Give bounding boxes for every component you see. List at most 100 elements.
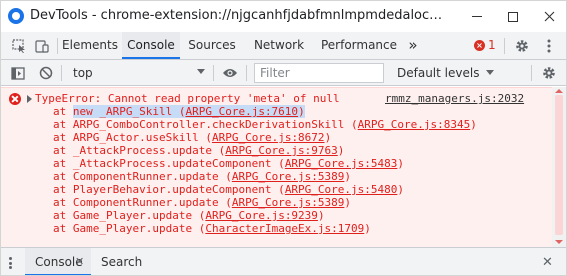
- scroll-down-icon[interactable]: [555, 240, 563, 244]
- stack-frame-paren-open: (: [344, 118, 358, 131]
- close-drawer-button[interactable]: ✕: [542, 255, 553, 270]
- stack-frame-paren-open: (: [218, 170, 232, 183]
- stack-frame-at: at: [53, 170, 73, 183]
- live-expression-button[interactable]: [219, 60, 241, 86]
- stack-frame-function: ARPG_Actor.useSkill: [72, 131, 199, 144]
- inspect-icon: [12, 38, 25, 53]
- stack-frame-at: at: [53, 105, 73, 118]
- stack-frame-at: at: [53, 118, 73, 131]
- stack-frame-paren-close: ): [324, 131, 332, 144]
- stack-frame-paren-open: (: [172, 105, 186, 118]
- tab-performance[interactable]: Performance: [319, 32, 399, 59]
- stack-frame-paren-open: (: [198, 131, 212, 144]
- tab-separator: [504, 38, 505, 54]
- close-window-button[interactable]: [531, 1, 566, 32]
- stack-frame: at ComponentRunner.update (ARPG_Core.js:…: [53, 196, 351, 209]
- stack-frame-paren-close: ): [364, 222, 371, 235]
- stack-frame: at ComponentRunner.update (ARPG_Core.js:…: [53, 170, 351, 183]
- stack-frame-function: new _ARPG_Skill: [72, 105, 173, 118]
- error-text[interactable]: TypeError: Cannot read property 'meta' o…: [35, 92, 340, 105]
- stack-frame: at ARPG_Actor.useSkill (ARPG_Core.js:867…: [53, 131, 331, 144]
- stack-frame-paren-close: ): [317, 209, 325, 222]
- minimize-button[interactable]: [459, 1, 495, 32]
- maximize-button[interactable]: [495, 1, 531, 32]
- tab-network[interactable]: Network: [251, 32, 307, 59]
- stack-frame-paren-close: ): [337, 144, 345, 157]
- stack-frame-source-link[interactable]: ARPG_Core.js:5483: [285, 157, 398, 170]
- chrome-devtools-icon: [8, 8, 24, 24]
- devtools-window: DevTools - chrome-extension://njgcanhfjd…: [0, 0, 567, 276]
- stack-frame-at: at: [53, 144, 73, 157]
- console-settings-button[interactable]: [538, 60, 560, 86]
- stack-frame-paren-close: ): [397, 183, 405, 196]
- customize-menu-button[interactable]: [538, 32, 560, 59]
- stack-frame-paren-close: ): [397, 157, 405, 170]
- stack-frame-function: PlayerBehavior.updateComponent: [72, 183, 272, 196]
- tab-elements[interactable]: Elements: [58, 32, 122, 59]
- stack-frame-source-link[interactable]: ARPG_Core.js:8672: [212, 131, 325, 144]
- more-tabs-button[interactable]: »: [403, 32, 423, 59]
- stack-frame-function: ARPG_ComboController.checkDerivationSkil…: [72, 118, 345, 131]
- drawer-menu-icon[interactable]: [9, 257, 13, 269]
- context-selector[interactable]: top: [67, 63, 207, 83]
- stack-frame-at: at: [53, 222, 73, 235]
- console-toolbar: top Default levels: [1, 60, 566, 86]
- scroll-up-icon[interactable]: [555, 89, 563, 93]
- stack-frame-source-link[interactable]: ARPG_Core.js:5480: [285, 183, 398, 196]
- device-toolbar-button[interactable]: [31, 32, 53, 59]
- clear-icon: [39, 66, 53, 80]
- stack-frame-at: at: [53, 157, 73, 170]
- tab-console[interactable]: Console: [122, 32, 180, 59]
- error-message: TypeError: Cannot read property 'meta' o…: [1, 87, 552, 247]
- error-count[interactable]: 1: [488, 32, 496, 59]
- stack-frame-paren-open: (: [211, 144, 226, 157]
- title-bar: DevTools - chrome-extension://njgcanhfjd…: [1, 1, 566, 32]
- stack-frame-paren-open: (: [192, 209, 206, 222]
- stack-frame: at ARPG_ComboController.checkDerivationS…: [53, 118, 477, 131]
- stack-frame: at _AttackProcess.update (ARPG_Core.js:9…: [53, 144, 344, 157]
- scrollbar-thumb[interactable]: [555, 95, 563, 235]
- stack-frame-function: Game_Player.update: [72, 209, 193, 222]
- toolbar-separator: [531, 65, 532, 81]
- stack-frame-source-link[interactable]: ARPG_Core.js:9239: [205, 209, 318, 222]
- stack-frame-source-link[interactable]: ARPG_Core.js:9763: [225, 144, 338, 157]
- error-source-link[interactable]: rmmz_managers.js:2032: [385, 92, 524, 105]
- close-icon[interactable]: ✕: [75, 256, 84, 267]
- stack-frame-source-link[interactable]: ARPG_Core.js:7610: [185, 105, 298, 118]
- stack-frame-at: at: [53, 131, 73, 144]
- kebab-menu-icon: [547, 39, 551, 52]
- minimize-icon: [472, 16, 482, 17]
- stack-frame-source-link[interactable]: CharacterImageEx.js:1709: [205, 222, 364, 235]
- stack-frame-function: ComponentRunner.update: [72, 170, 219, 183]
- stack-frame-source-link[interactable]: ARPG_Core.js:5389: [232, 196, 345, 209]
- stack-frame-paren-close: ): [298, 105, 305, 118]
- error-icon: [9, 93, 21, 105]
- device-icon: [35, 39, 49, 53]
- eye-icon: [223, 69, 237, 77]
- stack-frame-at: at: [53, 196, 73, 209]
- error-count-icon[interactable]: ×: [474, 40, 485, 51]
- gear-icon: [543, 67, 555, 79]
- maximize-icon: [508, 11, 518, 22]
- vertical-scrollbar[interactable]: [552, 87, 566, 247]
- tab-sources[interactable]: Sources: [184, 32, 240, 59]
- expand-triangle-icon[interactable]: [27, 95, 32, 103]
- filter-input[interactable]: [254, 63, 384, 83]
- stack-frame-source-link[interactable]: ARPG_Core.js:5389: [232, 170, 345, 183]
- stack-frame: at new _ARPG_Skill (ARPG_Core.js:7610): [53, 105, 305, 118]
- stack-frame-paren-open: (: [218, 196, 232, 209]
- window-title: DevTools - chrome-extension://njgcanhfjd…: [30, 8, 450, 23]
- stack-frame-function: ComponentRunner.update: [72, 196, 219, 209]
- clear-console-button[interactable]: [35, 60, 57, 86]
- stack-frame-at: at: [53, 183, 73, 196]
- close-icon: [544, 11, 554, 22]
- stack-frame-source-link[interactable]: ARPG_Core.js:8345: [358, 118, 471, 131]
- drawer-tab-search[interactable]: Search: [101, 248, 145, 275]
- show-sidebar-button[interactable]: [7, 60, 29, 86]
- inspect-element-button[interactable]: [8, 32, 30, 59]
- toolbar-separator: [213, 65, 214, 81]
- settings-button[interactable]: [511, 32, 533, 59]
- sidebar-icon: [11, 66, 25, 80]
- stack-frame-function: Game_Player.update: [72, 222, 193, 235]
- panel-tab-bar: Elements Console Sources Network Perform…: [1, 32, 566, 60]
